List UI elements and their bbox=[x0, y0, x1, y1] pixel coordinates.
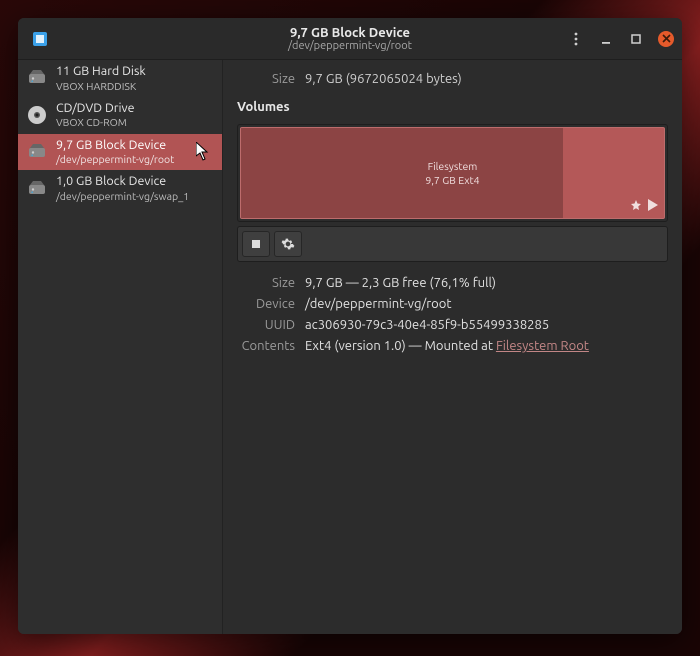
overview-size-value: 9,7 GB (9672065024 bytes) bbox=[305, 72, 462, 86]
unmount-button[interactable] bbox=[242, 231, 270, 257]
titlebar[interactable]: 9,7 GB Block Device /dev/peppermint-vg/r… bbox=[18, 18, 682, 60]
detail-val-uuid: ac306930-79c3-40e4-85f9-b55499338285 bbox=[305, 318, 668, 332]
sidebar-item-0[interactable]: 11 GB Hard DiskVBOX HARDDISK bbox=[18, 60, 222, 97]
sidebar-item-2[interactable]: 9,7 GB Block Device/dev/peppermint-vg/ro… bbox=[18, 134, 222, 171]
optical-disc-icon bbox=[26, 104, 48, 126]
detail-key-size: Size bbox=[237, 276, 295, 290]
app-icon bbox=[30, 29, 50, 49]
volume-label: Filesystem 9,7 GB Ext4 bbox=[241, 159, 664, 187]
sidebar-item-sublabel: /dev/peppermint-vg/swap_1 bbox=[56, 190, 189, 203]
detail-val-size: 9,7 GB — 2,3 GB free (76,1% full) bbox=[305, 276, 668, 290]
disk-icon bbox=[26, 178, 48, 200]
sidebar-item-label: 1,0 GB Block Device bbox=[56, 174, 189, 190]
sidebar-item-sublabel: VBOX CD-ROM bbox=[56, 116, 135, 129]
detail-val-device: /dev/peppermint-vg/root bbox=[305, 297, 668, 311]
star-icon bbox=[630, 199, 642, 214]
sidebar-item-sublabel: VBOX HARDDISK bbox=[56, 80, 146, 93]
detail-key-contents: Contents bbox=[237, 339, 295, 353]
filesystem-root-link[interactable]: Filesystem Root bbox=[496, 339, 589, 353]
sidebar-item-label: 11 GB Hard Disk bbox=[56, 64, 146, 80]
disks-window: 9,7 GB Block Device /dev/peppermint-vg/r… bbox=[18, 18, 682, 634]
volume-options-button[interactable] bbox=[274, 231, 302, 257]
menu-button[interactable] bbox=[568, 31, 584, 47]
play-icon bbox=[648, 199, 658, 214]
overview-size-label: Size bbox=[237, 72, 295, 86]
device-sidebar: 11 GB Hard DiskVBOX HARDDISKCD/DVD Drive… bbox=[18, 60, 223, 634]
close-button[interactable] bbox=[658, 31, 674, 47]
detail-key-uuid: UUID bbox=[237, 318, 295, 332]
minimize-button[interactable] bbox=[598, 31, 614, 47]
volumes-heading: Volumes bbox=[237, 100, 668, 114]
disk-icon bbox=[26, 67, 48, 89]
detail-key-device: Device bbox=[237, 297, 295, 311]
main-panel: Size 9,7 GB (9672065024 bytes) Volumes F… bbox=[223, 60, 682, 634]
maximize-button[interactable] bbox=[628, 31, 644, 47]
disk-icon bbox=[26, 141, 48, 163]
volume-actions bbox=[237, 226, 668, 262]
detail-val-contents: Ext4 (version 1.0) — Mounted at Filesyst… bbox=[305, 339, 668, 353]
volume-map[interactable]: Filesystem 9,7 GB Ext4 bbox=[237, 124, 668, 222]
volume-details: Size 9,7 GB — 2,3 GB free (76,1% full) D… bbox=[237, 276, 668, 353]
sidebar-item-1[interactable]: CD/DVD DriveVBOX CD-ROM bbox=[18, 97, 222, 134]
sidebar-item-label: 9,7 GB Block Device bbox=[56, 138, 174, 154]
sidebar-item-sublabel: /dev/peppermint-vg/root bbox=[56, 153, 174, 166]
sidebar-item-3[interactable]: 1,0 GB Block Device/dev/peppermint-vg/sw… bbox=[18, 170, 222, 207]
sidebar-item-label: CD/DVD Drive bbox=[56, 101, 135, 117]
